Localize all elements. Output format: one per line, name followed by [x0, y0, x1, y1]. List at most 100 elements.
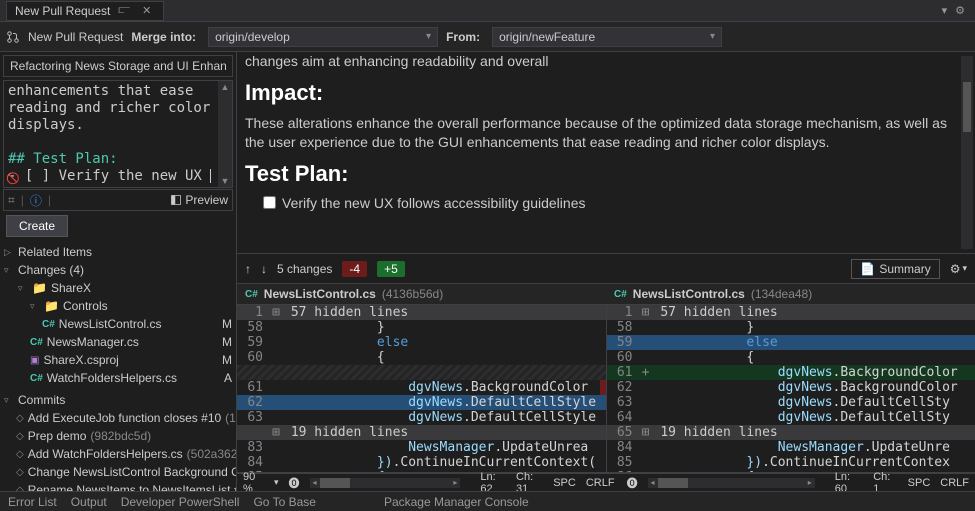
gutter[interactable]: ⊞: [639, 425, 653, 440]
line-indicator[interactable]: Ln: 62: [480, 471, 506, 492]
commit-item[interactable]: ◇ Rename NewsItems to NewsItemsList #19 …: [0, 481, 236, 491]
commit-icon: ◇: [16, 413, 24, 424]
commit-item[interactable]: ◇ Prep demo (982bdc5d): [0, 427, 236, 445]
gutter[interactable]: +: [639, 365, 653, 380]
tab-developer-powershell[interactable]: Developer PowerShell: [121, 495, 240, 509]
code-line[interactable]: 1⊞ 57 hidden lines: [607, 305, 975, 320]
column-indicator[interactable]: Ch: 1: [873, 471, 897, 492]
file-item[interactable]: C#NewsListControl.csM: [0, 315, 236, 333]
gutter[interactable]: ⊞: [639, 305, 653, 320]
line-ending[interactable]: CRLF: [586, 477, 615, 489]
code-line[interactable]: 58 }: [607, 320, 975, 335]
code-line[interactable]: 65⊞ 19 hidden lines: [607, 425, 975, 440]
source-branch-dropdown[interactable]: origin/newFeature ▾: [492, 27, 722, 47]
diff-left-pane[interactable]: 1⊞ 57 hidden lines58 }59 else60 { 61 dgvN…: [237, 305, 607, 472]
editor-statusbars: 90 % ▾ ⓿ ◂▸ Ln: 62 Ch: 31 SPC CRLF ⓿ ◂▸ …: [237, 472, 975, 491]
code-line[interactable]: 58 }: [237, 320, 606, 335]
zoom-level[interactable]: 90 %: [243, 471, 264, 492]
create-button[interactable]: Create: [6, 215, 68, 237]
diff-file-left[interactable]: C# NewsListControl.cs (4136b56d): [237, 284, 606, 304]
document-tab[interactable]: New Pull Request ⫍ ✕: [6, 1, 164, 21]
column-indicator[interactable]: Ch: 31: [516, 471, 543, 492]
commit-item[interactable]: ◇ Add WatchFoldersHelpers.cs (502a3629): [0, 445, 236, 463]
code-line[interactable]: 63 dgvNews.DefaultCellStyle: [237, 410, 606, 425]
target-branch-dropdown[interactable]: origin/develop ▾: [208, 27, 438, 47]
pr-description-editor[interactable]: enhancements that ease reading and riche…: [3, 80, 233, 188]
testplan-item: Verify the new UX follows accessibility …: [282, 195, 585, 211]
folder-controls[interactable]: ▿📁Controls: [0, 297, 236, 315]
code-line[interactable]: 60 {: [607, 350, 975, 365]
tab-go-to-base[interactable]: Go To Base: [253, 495, 315, 509]
chevron-down-icon[interactable]: ▾: [274, 477, 279, 488]
changes-section[interactable]: ▿Changes (4): [0, 261, 236, 279]
issues-indicator[interactable]: ⓿: [289, 475, 300, 491]
code-line[interactable]: 86 {: [607, 470, 975, 472]
horizontal-scrollbar[interactable]: ◂▸: [648, 478, 815, 488]
code-line[interactable]: 59 else: [607, 335, 975, 350]
pin-icon[interactable]: ⫍: [114, 4, 134, 17]
folder-sharex[interactable]: ▿📁ShareX: [0, 279, 236, 297]
line-number: 84: [237, 455, 269, 470]
close-icon[interactable]: ✕: [138, 4, 155, 17]
code-line[interactable]: 62 dgvNews.BackgroundColor: [607, 380, 975, 395]
indent-mode[interactable]: SPC: [553, 477, 576, 489]
tab-output[interactable]: Output: [71, 495, 107, 509]
markdown-icon[interactable]: ⌗: [8, 193, 15, 208]
window-position-icon[interactable]: ▾: [938, 4, 952, 17]
code-line[interactable]: 64 dgvNews.DefaultCellSty: [607, 410, 975, 425]
file-item[interactable]: C#NewsManager.csM: [0, 333, 236, 351]
chevron-down-icon: ▾: [710, 31, 715, 42]
diff-file-right[interactable]: C# NewsListControl.cs (134dea48): [606, 284, 975, 304]
scrollbar[interactable]: ▲ ▼: [218, 81, 232, 187]
code-line[interactable]: 1⊞ 57 hidden lines: [237, 305, 606, 320]
info-icon[interactable]: ⓘ: [30, 192, 42, 209]
related-items-section[interactable]: ▷Related Items: [0, 243, 236, 261]
issues-indicator[interactable]: ⓿: [627, 475, 638, 491]
code-line[interactable]: 59 else: [237, 335, 606, 350]
tab-package-manager-console[interactable]: Package Manager Console: [384, 495, 529, 509]
file-status: M: [222, 317, 232, 331]
pr-title-input[interactable]: [3, 55, 233, 77]
testplan-checkbox[interactable]: [263, 196, 276, 209]
file-status: M: [222, 335, 232, 349]
line-indicator[interactable]: Ln: 60: [835, 471, 863, 492]
gutter[interactable]: ⊞: [269, 305, 283, 320]
scrollbar[interactable]: [961, 56, 973, 249]
tab-error-list[interactable]: Error List: [8, 495, 57, 509]
commit-item[interactable]: ◇ Change NewsListControl Background Colo…: [0, 463, 236, 481]
preview-button[interactable]: Preview: [170, 193, 228, 207]
code-line[interactable]: 85 }).ContinueInCurrentContex: [607, 455, 975, 470]
code-line[interactable]: 62 dgvNews.DefaultCellStyle: [237, 395, 606, 410]
at-mention-icon[interactable]: 🚫: [6, 172, 20, 185]
summary-button[interactable]: 📄 Summary: [851, 259, 939, 279]
line-ending[interactable]: CRLF: [940, 477, 969, 489]
code-line[interactable]: 61 dgvNews.BackgroundColor: [237, 380, 606, 395]
code-line[interactable]: 84 }).ContinueInCurrentContext(: [237, 455, 606, 470]
code-line[interactable]: ⊞ 19 hidden lines: [237, 425, 606, 440]
code-line[interactable]: 83 NewsManager.UpdateUnrea: [237, 440, 606, 455]
changes-count: 5 changes: [277, 262, 332, 276]
next-change-icon[interactable]: ↓: [261, 262, 267, 276]
code-line[interactable]: 60 {: [237, 350, 606, 365]
code-line[interactable]: 85 {: [237, 470, 606, 472]
code-line[interactable]: 63 dgvNews.DefaultCellSty: [607, 395, 975, 410]
commits-section[interactable]: ▿Commits: [0, 391, 236, 409]
horizontal-scrollbar[interactable]: ◂▸: [310, 478, 461, 488]
code-line[interactable]: 61+ dgvNews.BackgroundColor: [607, 365, 975, 380]
scroll-up-icon[interactable]: ▲: [220, 81, 231, 93]
scroll-down-icon[interactable]: ▼: [220, 175, 231, 187]
description-preview: changes aim at enhancing readability and…: [237, 52, 975, 254]
source-branch-value: origin/newFeature: [499, 30, 595, 44]
gear-icon[interactable]: ⚙: [951, 4, 969, 17]
new-pr-label: New Pull Request: [28, 30, 123, 44]
file-item[interactable]: C#WatchFoldersHelpers.csA: [0, 369, 236, 387]
deletions-badge: -4: [342, 261, 367, 277]
commit-item[interactable]: ◇ Add ExecuteJob function closes #10 (13…: [0, 409, 236, 427]
indent-mode[interactable]: SPC: [908, 477, 931, 489]
file-item[interactable]: ▣ShareX.csprojM: [0, 351, 236, 369]
diff-settings-button[interactable]: ⚙▾: [950, 262, 967, 276]
prev-change-icon[interactable]: ↑: [245, 262, 251, 276]
diff-right-pane[interactable]: 1⊞ 57 hidden lines58 }59 else60 {61+ dgv…: [607, 305, 975, 472]
code-line[interactable]: 84 NewsManager.UpdateUnre: [607, 440, 975, 455]
gutter[interactable]: ⊞: [269, 425, 283, 440]
